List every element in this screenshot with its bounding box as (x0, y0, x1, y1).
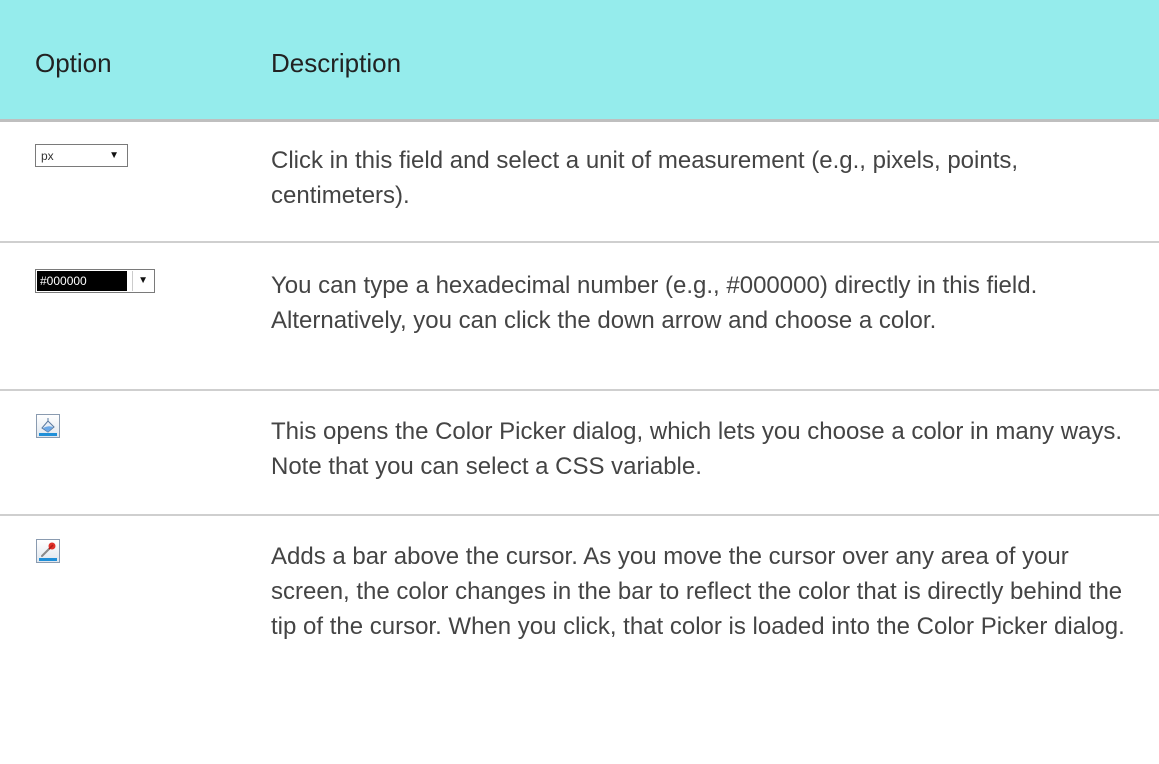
table-row: px ▼ Click in this field and select a un… (0, 122, 1159, 243)
table-header: Option Description (0, 0, 1159, 122)
options-table: Option Description px ▼ Click in this fi… (0, 0, 1159, 746)
paint-bucket-icon (39, 418, 57, 436)
column-header-description: Description (271, 48, 402, 78)
row-description: This opens the Color Picker dialog, whic… (271, 418, 1123, 480)
column-header-option: Option (35, 48, 112, 78)
eyedropper-icon[interactable] (36, 539, 60, 563)
chevron-down-icon[interactable]: ▼ (138, 275, 148, 286)
dropdown-divider (132, 271, 133, 291)
color-hex-dropdown[interactable]: #000000 ▼ (35, 269, 155, 293)
table-row: Adds a bar above the cursor. As you move… (0, 516, 1159, 746)
table-row: #000000 ▼ You can type a hexadecimal num… (0, 243, 1159, 391)
chevron-down-icon: ▼ (109, 150, 119, 161)
table-row: This opens the Color Picker dialog, whic… (0, 391, 1159, 516)
row-description: Click in this field and select a unit of… (271, 147, 1019, 209)
row-description: Adds a bar above the cursor. As you move… (271, 543, 1125, 640)
unit-dropdown[interactable]: px ▼ (35, 144, 128, 167)
unit-dropdown-value: px (41, 149, 54, 163)
color-hex-value[interactable]: #000000 (37, 271, 127, 291)
pipette-icon (39, 542, 57, 561)
color-picker-icon[interactable] (36, 414, 60, 438)
row-description: You can type a hexadecimal number (e.g.,… (271, 272, 1038, 334)
